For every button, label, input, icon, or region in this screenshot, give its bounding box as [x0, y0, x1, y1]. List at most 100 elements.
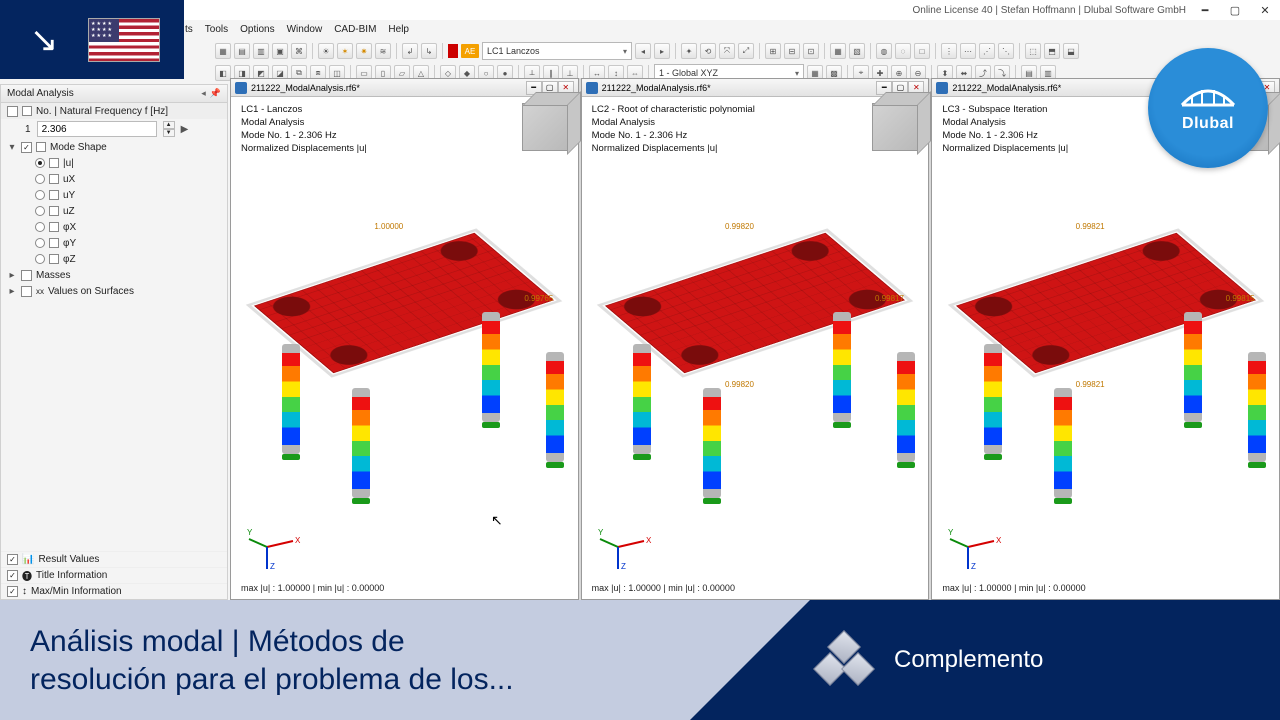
menu-item-cadbim[interactable]: CAD-BIM — [334, 24, 376, 35]
node-value: 0.99820 — [725, 380, 754, 389]
stepper-down[interactable]: ▼ — [163, 129, 175, 137]
frequency-input[interactable] — [37, 121, 157, 137]
tool-icon[interactable]: ✶ — [337, 43, 353, 59]
viewport-2[interactable]: 211222_ModalAnalysis.rf6* ━▢✕ LC2 - Root… — [581, 78, 930, 600]
banner-line-2: resolución para el problema de los... — [30, 661, 738, 699]
radio[interactable] — [35, 254, 45, 264]
file-icon — [586, 82, 598, 94]
tool-icon[interactable]: ⤢ — [738, 43, 754, 59]
svg-text:Z: Z — [971, 562, 976, 571]
svg-text:Z: Z — [270, 562, 275, 571]
svg-text:X: X — [646, 536, 652, 545]
mouse-cursor-icon: ↖ — [491, 512, 503, 529]
window-close-button[interactable]: ✕ — [1250, 0, 1280, 20]
component-label: uZ — [63, 206, 75, 217]
tool-icon[interactable]: ▦ — [830, 43, 846, 59]
tool-icon[interactable]: ⬓ — [1063, 43, 1079, 59]
svg-text:Y: Y — [247, 528, 253, 537]
menu-bar: ts Tools Options Window CAD-BIM Help — [185, 20, 409, 38]
node-value: 0.99817 — [875, 294, 904, 303]
tool-icon[interactable]: ⋰ — [979, 43, 995, 59]
viewport-1[interactable]: 211222_ModalAnalysis.rf6* ━▢✕ LC1 - Lanc… — [230, 78, 579, 600]
window-minimize-button[interactable]: ━ — [1190, 0, 1220, 20]
checkbox[interactable] — [7, 554, 18, 565]
checkbox[interactable] — [21, 270, 32, 281]
node-value: 0.99765 — [524, 294, 553, 303]
stepper-up[interactable]: ▲ — [163, 121, 175, 129]
checkbox[interactable] — [7, 106, 18, 117]
tool-icon[interactable]: ▸ — [654, 43, 670, 59]
menu-item-options[interactable]: Options — [240, 24, 274, 35]
node-value: 0.99821 — [1076, 222, 1105, 231]
tool-icon[interactable]: □ — [914, 43, 930, 59]
swatch-icon — [49, 206, 59, 216]
svg-text:Y: Y — [948, 528, 954, 537]
masses-label: Masses — [36, 270, 70, 281]
loadcase-badge: AE — [461, 44, 479, 58]
svg-text:X: X — [295, 536, 301, 545]
axis-gizmo: X Y Z — [948, 521, 1002, 571]
tool-icon[interactable]: ✷ — [356, 43, 372, 59]
menu-item-window[interactable]: Window — [287, 24, 323, 35]
axis-gizmo: X Y Z — [598, 521, 652, 571]
icon: 🅣 — [22, 568, 32, 583]
tool-icon[interactable]: ⋮ — [941, 43, 957, 59]
flag-us-icon — [88, 18, 160, 62]
tool-icon[interactable]: ⤧ — [719, 43, 735, 59]
radio[interactable] — [35, 190, 45, 200]
checkbox[interactable] — [21, 286, 32, 297]
radio[interactable] — [35, 238, 45, 248]
tree-toggle-icon[interactable]: ▸ — [7, 270, 17, 281]
tool-icon[interactable]: ⋯ — [960, 43, 976, 59]
component-label: |u| — [63, 158, 74, 169]
tool-icon[interactable]: ▤ — [234, 43, 250, 59]
panel-pin-icon[interactable]: 📌 — [210, 88, 221, 99]
tool-icon[interactable]: ▧ — [849, 43, 865, 59]
view-filename: 211222_ModalAnalysis.rf6* — [251, 83, 360, 93]
toolbar-row-1: ▦ ▤ ▥ ▣ ⌘ ☀ ✶ ✷ ≋ ↲ ↳ AE LC1 Lanczos ◂ ▸… — [215, 40, 1272, 62]
menu-item-help[interactable]: Help — [388, 24, 409, 35]
loadcase-dropdown[interactable]: LC1 Lanczos — [482, 42, 632, 60]
tool-icon[interactable]: ◌ — [895, 43, 911, 59]
radio[interactable] — [35, 174, 45, 184]
menu-item[interactable]: ts — [185, 24, 193, 35]
tool-icon[interactable]: ✦ — [681, 43, 697, 59]
radio[interactable] — [35, 158, 45, 168]
menu-item-tools[interactable]: Tools — [205, 24, 228, 35]
radio[interactable] — [35, 206, 45, 216]
tool-icon[interactable]: ↳ — [421, 43, 437, 59]
tool-icon[interactable]: ⊟ — [784, 43, 800, 59]
tool-icon[interactable]: ◧ — [215, 65, 231, 81]
tool-icon[interactable]: ↲ — [402, 43, 418, 59]
tool-icon[interactable]: ▦ — [215, 43, 231, 59]
tree-toggle-icon[interactable]: ▸ — [7, 286, 17, 297]
arrow-icon: ↘ — [0, 0, 88, 79]
fe-model: 1.00000 0.99765 — [254, 228, 554, 488]
tree-toggle-icon[interactable]: ▾ — [7, 142, 17, 153]
tool-icon[interactable]: ⬚ — [1025, 43, 1041, 59]
minmax-readout: max |u| : 1.00000 | min |u| : 0.00000 — [592, 583, 735, 593]
bottom-option: Result Values — [38, 554, 99, 565]
tool-icon[interactable]: ◂ — [635, 43, 651, 59]
file-icon — [235, 82, 247, 94]
tool-icon[interactable]: ▥ — [253, 43, 269, 59]
tool-icon[interactable]: ≋ — [375, 43, 391, 59]
tool-icon[interactable]: ◍ — [876, 43, 892, 59]
tool-icon[interactable]: ⊡ — [803, 43, 819, 59]
play-icon[interactable]: ▶ — [181, 124, 189, 135]
tool-icon[interactable]: ☀ — [318, 43, 334, 59]
tool-icon[interactable]: ⟲ — [700, 43, 716, 59]
radio[interactable] — [35, 222, 45, 232]
tool-icon[interactable]: ⊞ — [765, 43, 781, 59]
tool-icon[interactable]: ⌘ — [291, 43, 307, 59]
checkbox[interactable] — [7, 586, 18, 597]
tool-icon[interactable]: ▣ — [272, 43, 288, 59]
checkbox[interactable] — [21, 142, 32, 153]
window-maximize-button[interactable]: ▢ — [1220, 0, 1250, 20]
checkbox[interactable] — [7, 570, 18, 581]
tool-icon[interactable]: ⋱ — [998, 43, 1014, 59]
tool-icon[interactable]: ⬒ — [1044, 43, 1060, 59]
panel-collapse-icon[interactable]: ◂ — [201, 88, 206, 99]
title-bar: Online License 40 | Stefan Hoffmann | Dl… — [0, 0, 1280, 20]
file-icon — [936, 82, 948, 94]
